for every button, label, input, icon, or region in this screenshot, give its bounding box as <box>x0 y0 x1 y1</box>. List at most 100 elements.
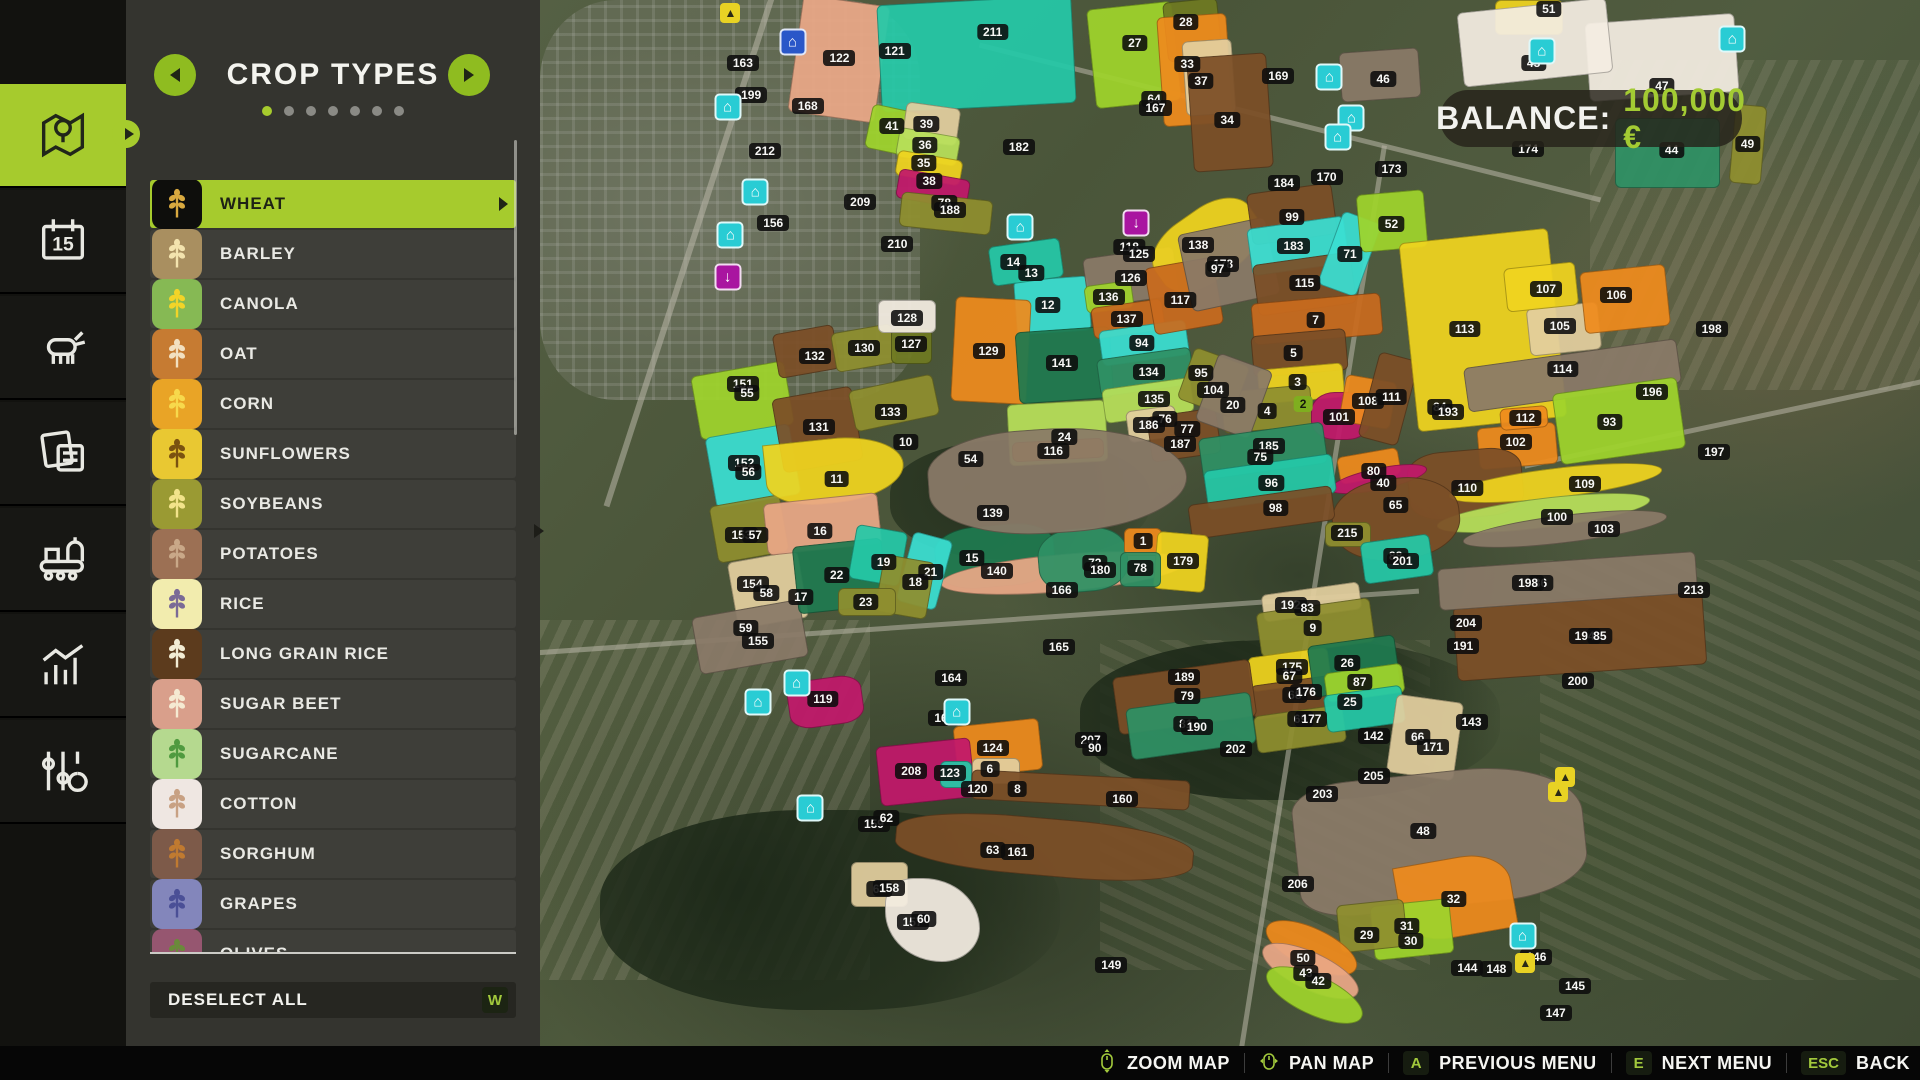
field-label-94[interactable]: 94 <box>1129 335 1154 351</box>
field-label-54[interactable]: 54 <box>958 451 983 467</box>
field-label-148[interactable]: 148 <box>1480 961 1512 977</box>
field-label-167[interactable]: 167 <box>1139 100 1171 116</box>
field-label-209[interactable]: 209 <box>844 194 876 210</box>
sidebar-item-production[interactable] <box>0 508 126 612</box>
field-label-180[interactable]: 180 <box>1084 562 1116 578</box>
field-label-112[interactable]: 112 <box>1510 410 1541 426</box>
field-label-155[interactable]: 155 <box>742 633 774 649</box>
map-sell-icon[interactable]: ↓ <box>714 264 741 291</box>
field-label-137[interactable]: 137 <box>1110 311 1142 327</box>
field-label-111[interactable]: 111 <box>1376 389 1407 405</box>
field-label-115[interactable]: 115 <box>1289 275 1320 291</box>
field-label-51[interactable]: 51 <box>1536 1 1561 17</box>
field-label-101[interactable]: 101 <box>1323 409 1355 425</box>
crop-row-cotton[interactable]: COTTON <box>150 780 516 828</box>
field-label-187[interactable]: 187 <box>1164 436 1196 452</box>
field-label-11[interactable]: 11 <box>824 471 849 487</box>
field-label-46[interactable]: 46 <box>1370 71 1395 87</box>
field-label-7[interactable]: 7 <box>1306 312 1325 328</box>
field-label-52[interactable]: 52 <box>1379 216 1404 232</box>
field-label-35[interactable]: 35 <box>911 155 936 171</box>
field-label-105[interactable]: 105 <box>1544 318 1576 334</box>
hotkey-next-menu[interactable]: ENEXT MENU <box>1626 1051 1773 1075</box>
map-production-icon[interactable]: ⌂ <box>742 179 769 206</box>
field-label-168[interactable]: 168 <box>792 98 824 114</box>
field-label-33[interactable]: 33 <box>1175 56 1200 72</box>
field-label-121[interactable]: 121 <box>879 43 911 59</box>
field-label-26[interactable]: 26 <box>1335 655 1360 671</box>
field-label-65[interactable]: 65 <box>1383 497 1408 513</box>
hotkey-back[interactable]: ESCBACK <box>1801 1051 1910 1075</box>
map-vehicle-icon[interactable]: ▲ <box>720 3 740 23</box>
crop-row-oat[interactable]: OAT <box>150 330 516 378</box>
field-label-62[interactable]: 62 <box>874 810 899 826</box>
field-label-141[interactable]: 141 <box>1046 355 1078 371</box>
map-vehicle-icon[interactable]: ▲ <box>1548 782 1568 802</box>
field-label-198[interactable]: 198 <box>1696 321 1728 337</box>
field-label-130[interactable]: 130 <box>848 340 880 356</box>
field-label-40[interactable]: 40 <box>1370 475 1395 491</box>
field-label-60[interactable]: 60 <box>911 911 936 927</box>
field-label-189[interactable]: 189 <box>1168 669 1200 685</box>
field-label-39[interactable]: 39 <box>914 116 939 132</box>
field-label-93[interactable]: 93 <box>1597 414 1622 430</box>
field-label-15[interactable]: 15 <box>959 550 984 566</box>
field-label-133[interactable]: 133 <box>875 404 907 420</box>
field-label-31[interactable]: 31 <box>1394 918 1419 934</box>
field-label-6[interactable]: 6 <box>981 761 1000 777</box>
crop-row-sunflowers[interactable]: SUNFLOWERS <box>150 430 516 478</box>
hotkey-previous-menu[interactable]: APREVIOUS MENU <box>1403 1051 1597 1075</box>
field-label-193[interactable]: 193 <box>1432 404 1464 420</box>
field-label-170[interactable]: 170 <box>1311 169 1343 185</box>
field-label-164[interactable]: 164 <box>935 670 967 686</box>
map-view[interactable]: 1631991682122091562102111221214139363538… <box>540 0 1920 1046</box>
sidebar-item-settings[interactable] <box>0 720 126 824</box>
crop-row-potatoes[interactable]: POTATOES <box>150 530 516 578</box>
panel-expand-arrow-icon[interactable] <box>534 524 544 538</box>
map-production-icon[interactable]: ⌂ <box>1719 25 1746 52</box>
field-label-103[interactable]: 103 <box>1588 521 1620 537</box>
field-label-144[interactable]: 144 <box>1451 960 1483 976</box>
field-label-149[interactable]: 149 <box>1095 957 1127 973</box>
crop-row-sugar-beet[interactable]: SUGAR BEET <box>150 680 516 728</box>
field-label-128[interactable]: 128 <box>891 310 923 326</box>
field-label-215[interactable]: 215 <box>1331 525 1363 541</box>
field-label-210[interactable]: 210 <box>881 236 913 252</box>
field-label-135[interactable]: 135 <box>1138 391 1170 407</box>
field-label-78[interactable]: 78 <box>1128 560 1153 576</box>
map-store-icon[interactable]: ⌂ <box>779 28 806 55</box>
field-label-19[interactable]: 19 <box>871 554 896 570</box>
crop-row-rice[interactable]: RICE <box>150 580 516 628</box>
field-label-10[interactable]: 10 <box>893 434 918 450</box>
field-label-183[interactable]: 183 <box>1277 238 1309 254</box>
map-production-icon[interactable]: ⌂ <box>1324 124 1351 151</box>
field-label-16[interactable]: 16 <box>807 523 832 539</box>
field-label-48[interactable]: 48 <box>1411 823 1436 839</box>
hotkey-zoom-map[interactable]: ZOOM MAP <box>1097 1048 1230 1079</box>
map-production-icon[interactable]: ⌂ <box>1528 38 1555 65</box>
deselect-all-button[interactable]: DESELECT ALL W <box>150 982 516 1018</box>
field-label-55[interactable]: 55 <box>734 385 759 401</box>
map-production-icon[interactable]: ⌂ <box>797 794 824 821</box>
map-production-icon[interactable]: ⌂ <box>745 688 772 715</box>
field-label-109[interactable]: 109 <box>1569 476 1601 492</box>
field-label-98[interactable]: 98 <box>1263 500 1288 516</box>
field-label-99[interactable]: 99 <box>1279 209 1304 225</box>
field-label-117[interactable]: 117 <box>1165 292 1196 308</box>
field-label-2[interactable]: 2 <box>1294 396 1313 412</box>
field-label-4[interactable]: 4 <box>1258 403 1277 419</box>
field-label-36[interactable]: 36 <box>912 137 937 153</box>
field-label-206[interactable]: 206 <box>1282 876 1314 892</box>
field-label-190[interactable]: 190 <box>1181 719 1213 735</box>
field-label-184[interactable]: 184 <box>1268 175 1300 191</box>
field-label-18[interactable]: 18 <box>903 574 928 590</box>
crop-row-grapes[interactable]: GRAPES <box>150 880 516 928</box>
field-label-171[interactable]: 171 <box>1417 739 1449 755</box>
field-label-56[interactable]: 56 <box>736 464 761 480</box>
field-label-132[interactable]: 132 <box>799 348 831 364</box>
crop-row-canola[interactable]: CANOLA <box>150 280 516 328</box>
field-label-163[interactable]: 163 <box>727 55 759 71</box>
field-label-143[interactable]: 143 <box>1455 714 1487 730</box>
field-label-87[interactable]: 87 <box>1347 674 1372 690</box>
field-label-32[interactable]: 32 <box>1441 891 1466 907</box>
